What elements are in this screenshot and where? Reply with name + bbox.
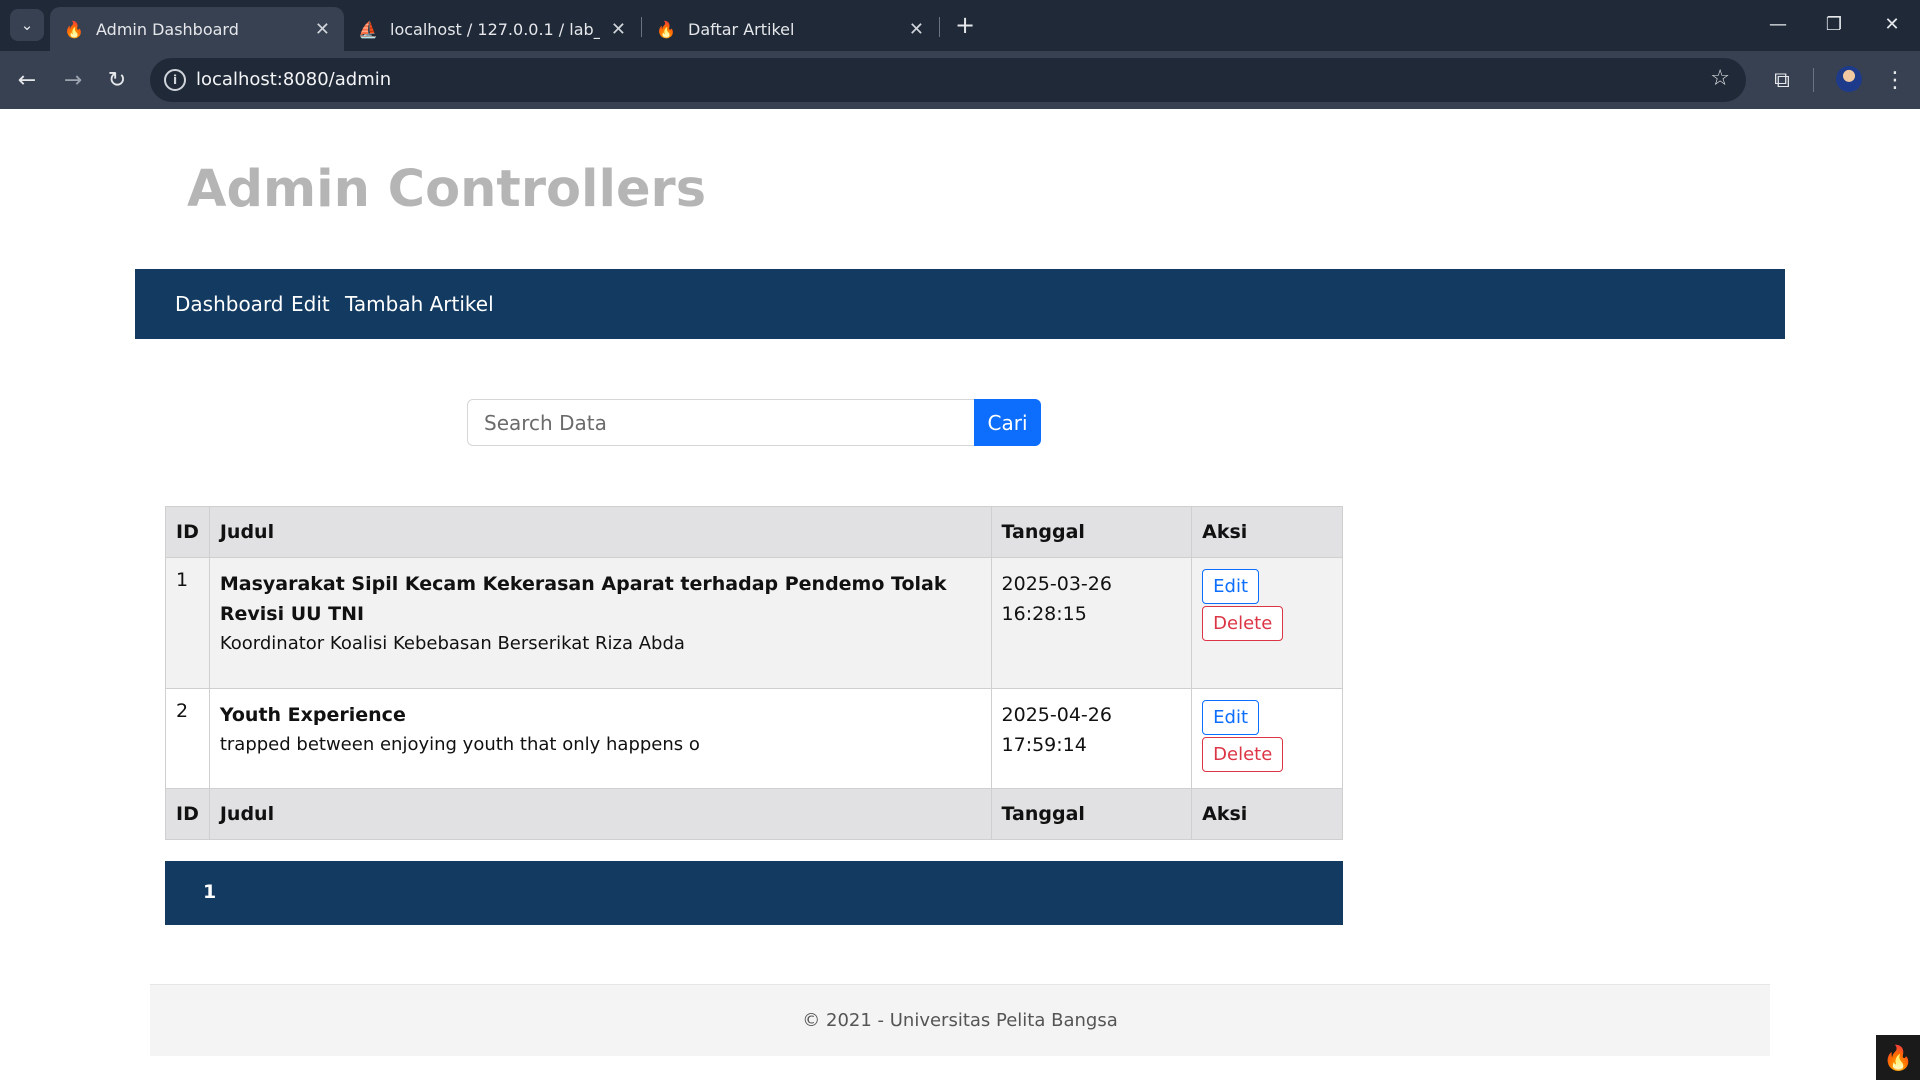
cell-judul: Masyarakat Sipil Kecam Kekerasan Aparat …: [208, 557, 992, 689]
header-tanggal: Tanggal: [990, 506, 1193, 558]
cell-tanggal: 2025-03-26 16:28:15: [990, 557, 1193, 689]
close-icon[interactable]: ✕: [611, 19, 626, 40]
header-aksi: Aksi: [1191, 506, 1343, 558]
page-content: Admin Controllers Dashboard Edit Tambah …: [0, 109, 1920, 1080]
articles-table: ID Judul Tanggal Aksi 1 Masyarakat Sipil…: [165, 506, 1343, 840]
footer-id: ID: [165, 788, 210, 840]
delete-button[interactable]: Delete: [1202, 606, 1284, 641]
copyright-text: © 2021 - Universitas Pelita Bangsa: [802, 1010, 1118, 1031]
cell-aksi: Edit Delete: [1191, 557, 1343, 689]
page-title: Admin Controllers: [187, 160, 707, 219]
tab-admin-dashboard[interactable]: 🔥 Admin Dashboard ✕: [50, 7, 344, 51]
article-excerpt: Koordinator Koalisi Kebebasan Berserikat…: [219, 633, 685, 654]
nav-dashboard[interactable]: Dashboard: [175, 292, 284, 316]
tab-search-menu-button[interactable]: ⌄: [10, 9, 44, 41]
toolbar-separator: [1813, 68, 1814, 92]
restore-icon[interactable]: ❐: [1816, 8, 1852, 40]
browser-toolbar: ← → ↻ i localhost:8080/admin ☆: [0, 51, 1920, 109]
browser-tab-strip: ⌄ 🔥 Admin Dashboard ✕ ⛵ localhost / 127.…: [0, 0, 1920, 51]
minimize-icon[interactable]: —: [1760, 8, 1796, 40]
table-row: 1 Masyarakat Sipil Kecam Kekerasan Apara…: [165, 557, 1343, 689]
tab-phpmyadmin[interactable]: ⛵ localhost / 127.0.0.1 / lab_ci4 | p ✕: [344, 7, 640, 51]
cell-aksi: Edit Delete: [1191, 688, 1343, 789]
footer-aksi: Aksi: [1191, 788, 1343, 840]
reload-icon[interactable]: ↻: [100, 63, 134, 97]
article-date: 2025-03-26: [1001, 573, 1112, 595]
close-window-icon[interactable]: ✕: [1874, 8, 1910, 40]
header-id: ID: [165, 506, 210, 558]
cell-tanggal: 2025-04-26 17:59:14: [990, 688, 1193, 789]
nav-edit[interactable]: Edit: [291, 292, 330, 316]
address-bar[interactable]: i localhost:8080/admin ☆: [150, 58, 1746, 102]
tab-title: Daftar Artikel: [688, 19, 795, 39]
site-info-icon[interactable]: i: [164, 69, 186, 91]
table-header-row: ID Judul Tanggal Aksi: [165, 506, 1343, 558]
table-row: 2 Youth Experience trapped between enjoy…: [165, 688, 1343, 789]
article-time: 16:28:15: [1001, 603, 1087, 625]
footer-judul: Judul: [208, 788, 992, 840]
article-title: Masyarakat Sipil Kecam Kekerasan Aparat …: [219, 573, 947, 625]
article-title: Youth Experience: [219, 704, 406, 726]
new-tab-button[interactable]: +: [950, 10, 980, 40]
article-date: 2025-04-26: [1001, 704, 1112, 726]
phpmyadmin-icon: ⛵: [358, 19, 378, 39]
cell-judul: Youth Experience trapped between enjoyin…: [208, 688, 992, 789]
tab-title: Admin Dashboard: [96, 19, 239, 39]
article-time: 17:59:14: [1001, 734, 1087, 756]
tab-title: localhost / 127.0.0.1 / lab_ci4 | p: [390, 19, 600, 39]
codeigniter-flame-icon: 🔥: [656, 19, 676, 39]
site-footer: © 2021 - Universitas Pelita Bangsa: [150, 984, 1770, 1056]
header-judul: Judul: [208, 506, 992, 558]
edit-button[interactable]: Edit: [1202, 700, 1260, 735]
main-nav: Dashboard Edit Tambah Artikel: [135, 269, 1785, 339]
search-input[interactable]: [467, 399, 975, 446]
more-menu-icon[interactable]: ⋮: [1880, 63, 1910, 97]
tab-daftar-artikel[interactable]: 🔥 Daftar Artikel ✕: [642, 7, 938, 51]
pagination: 1: [165, 861, 1343, 925]
back-arrow-icon[interactable]: ←: [10, 63, 44, 97]
url-text[interactable]: localhost:8080/admin: [196, 69, 391, 90]
codeigniter-debug-toolbar-icon[interactable]: 🔥: [1876, 1035, 1920, 1080]
footer-tanggal: Tanggal: [990, 788, 1193, 840]
forward-arrow-icon[interactable]: →: [56, 63, 90, 97]
edit-button[interactable]: Edit: [1202, 569, 1260, 604]
cell-id: 2: [165, 688, 210, 789]
article-excerpt: trapped between enjoying youth that only…: [219, 734, 700, 755]
extensions-puzzle-icon[interactable]: ⧉: [1765, 63, 1799, 97]
search-button[interactable]: Cari: [974, 399, 1041, 446]
close-icon[interactable]: ✕: [909, 19, 924, 40]
cell-id: 1: [165, 557, 210, 689]
nav-tambah-artikel[interactable]: Tambah Artikel: [345, 292, 494, 316]
bookmark-star-icon[interactable]: ☆: [1710, 66, 1730, 91]
page-link-1[interactable]: 1: [203, 881, 216, 903]
codeigniter-flame-icon: 🔥: [64, 19, 84, 39]
profile-avatar[interactable]: [1836, 66, 1862, 92]
table-footer-row: ID Judul Tanggal Aksi: [165, 788, 1343, 840]
close-icon[interactable]: ✕: [315, 19, 330, 40]
delete-button[interactable]: Delete: [1202, 737, 1284, 772]
tab-divider: [939, 17, 940, 37]
